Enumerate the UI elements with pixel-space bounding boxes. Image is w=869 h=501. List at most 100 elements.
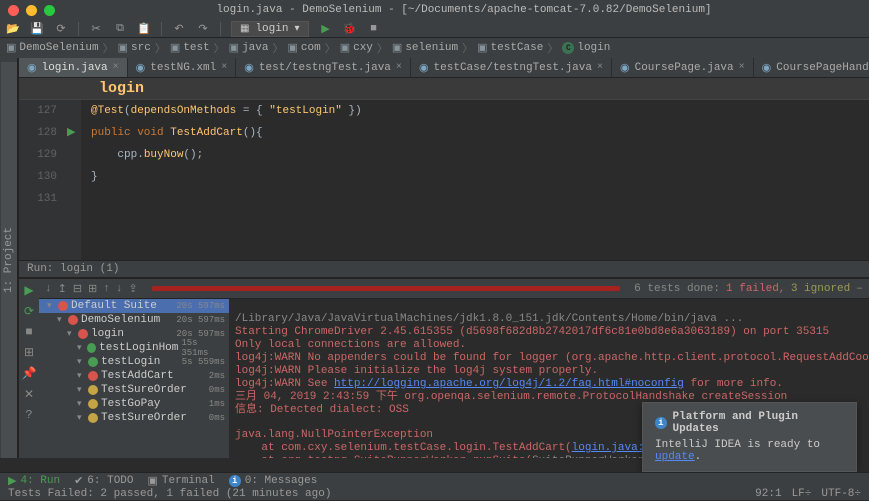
- paste-icon[interactable]: 📋: [137, 22, 151, 36]
- run-tool-header: Run: login (1) ⚙: [19, 260, 869, 278]
- structure-tool-tab[interactable]: 7: Structure: [0, 62, 1, 458]
- file-icon: ◉: [27, 61, 37, 75]
- undo-icon[interactable]: ↶: [172, 22, 186, 36]
- file-encoding[interactable]: UTF-8÷: [821, 488, 861, 500]
- stop-icon[interactable]: ■: [25, 325, 32, 339]
- editor-tab[interactable]: ◉testCase/testngTest.java×: [411, 58, 612, 77]
- filter-icon[interactable]: ↓: [45, 283, 52, 295]
- close-icon[interactable]: ✕: [24, 387, 34, 402]
- open-icon[interactable]: 📂: [6, 22, 20, 36]
- redo-icon[interactable]: ↷: [196, 22, 210, 36]
- close-window-button[interactable]: [8, 5, 19, 16]
- rerun-icon[interactable]: ▶: [24, 283, 33, 298]
- main-toolbar: 📂 💾 ⟳ ✂ ⧉ 📋 ↶ ↷ ▦ login ▾ ▶ 🐞 ■: [0, 20, 869, 38]
- run-subtitle: login (1): [60, 263, 119, 275]
- test-node[interactable]: ▾TestSureOrder0ms: [39, 383, 229, 397]
- close-tab-icon[interactable]: ×: [739, 62, 745, 73]
- test-node[interactable]: ▾TestAddCart2ms: [39, 369, 229, 383]
- editor-tab[interactable]: ◉testNG.xml×: [128, 58, 237, 77]
- update-link[interactable]: update: [655, 451, 695, 463]
- separator: [161, 22, 162, 36]
- editor-tab[interactable]: ◉test/testngTest.java×: [236, 58, 411, 77]
- sort-icon[interactable]: ↥: [58, 282, 67, 296]
- test-gutter: ▶ ⟳ ■ ⊞ 📌 ✕ ?: [19, 279, 39, 458]
- run-tool-button[interactable]: ▶ 4: Run: [8, 474, 60, 488]
- cursor-position[interactable]: 92:1: [755, 488, 781, 500]
- notification-title: Platform and Plugin Updates: [673, 411, 844, 435]
- editor-tab[interactable]: ◉CoursePageHandle.java×: [754, 58, 869, 77]
- bc-root[interactable]: ▣DemoSelenium: [6, 41, 99, 55]
- bc-item[interactable]: ▣selenium: [392, 41, 458, 55]
- code-editor[interactable]: 127128129130131 ▶ @Test(dependsOnMethods…: [19, 100, 869, 260]
- messages-tool-button[interactable]: i 0: Messages: [229, 475, 318, 487]
- breadcrumb-bar: ▣DemoSelenium〉 ▣src〉 ▣test〉 ▣java〉 ▣com〉…: [0, 38, 869, 58]
- test-node[interactable]: ▾Default Suite20s 597ms: [39, 299, 229, 313]
- close-tab-icon[interactable]: ×: [597, 62, 603, 73]
- line-separator[interactable]: LF÷: [792, 488, 812, 500]
- save-icon[interactable]: 💾: [30, 22, 44, 36]
- test-node[interactable]: ▾TestSureOrder0ms: [39, 411, 229, 425]
- file-icon: ◉: [244, 61, 254, 75]
- bc-item[interactable]: ▣testCase: [477, 41, 543, 55]
- layout-icon[interactable]: ⊞: [24, 345, 34, 360]
- bc-leaf[interactable]: Clogin: [562, 42, 610, 54]
- copy-icon[interactable]: ⧉: [113, 22, 127, 36]
- bc-item[interactable]: ▣com: [287, 41, 320, 55]
- help-icon[interactable]: ?: [25, 408, 32, 422]
- close-tab-icon[interactable]: ×: [221, 62, 227, 73]
- editor-sticky-header: login: [19, 78, 869, 100]
- test-node[interactable]: ▾testLogin5s 559ms: [39, 355, 229, 369]
- bc-item[interactable]: ▣test: [170, 41, 210, 55]
- editor-tab[interactable]: ◉login.java×: [19, 58, 128, 77]
- export-icon[interactable]: ⇪: [128, 282, 137, 296]
- run-gutter: ▶: [67, 100, 81, 260]
- window-titlebar: login.java - DemoSelenium - [~/Documents…: [0, 0, 869, 20]
- next-icon[interactable]: ↓: [116, 283, 123, 295]
- separator: [220, 22, 221, 36]
- run-config-selector[interactable]: ▦ login ▾: [231, 21, 309, 37]
- line-gutter: 127128129130131: [19, 100, 67, 260]
- debug-icon[interactable]: 🐞: [343, 22, 357, 36]
- test-node[interactable]: ▾DemoSelenium20s 597ms: [39, 313, 229, 327]
- file-icon: ◉: [762, 61, 772, 75]
- file-icon: ◉: [136, 61, 146, 75]
- bc-item[interactable]: ▣src: [118, 41, 151, 55]
- bc-item[interactable]: ▣cxy: [340, 41, 373, 55]
- pin-icon[interactable]: 📌: [22, 366, 37, 381]
- update-notification[interactable]: iPlatform and Plugin Updates IntelliJ ID…: [642, 402, 857, 472]
- left-tool-stripe: 1: Project 7: Structure 2: Favorites: [0, 58, 18, 458]
- project-tool-tab[interactable]: 1: Project: [1, 62, 17, 458]
- maximize-window-button[interactable]: [44, 5, 55, 16]
- expand-icon[interactable]: ⊟: [73, 282, 82, 296]
- log4j-link[interactable]: http://logging.apache.org/log4j/1.2/faq.…: [334, 378, 684, 390]
- minimize-window-button[interactable]: [26, 5, 37, 16]
- todo-tool-button[interactable]: ✔ 6: TODO: [74, 474, 133, 488]
- run-line-icon[interactable]: ▶: [67, 127, 75, 139]
- rerun-failed-icon[interactable]: ⟳: [24, 304, 34, 319]
- info-icon: i: [655, 417, 667, 429]
- test-tree: ▾Default Suite20s 597ms▾DemoSelenium20s …: [39, 299, 229, 458]
- prev-icon[interactable]: ↑: [103, 283, 110, 295]
- terminal-tool-button[interactable]: ▣ Terminal: [148, 474, 215, 488]
- bc-item[interactable]: ▣java: [229, 41, 269, 55]
- cut-icon[interactable]: ✂: [89, 22, 103, 36]
- bottom-tool-stripe: ▶ 4: Run ✔ 6: TODO ▣ Terminal i 0: Messa…: [0, 472, 869, 488]
- traffic-lights: [8, 5, 55, 16]
- test-node[interactable]: ▾TestGoPay1ms: [39, 397, 229, 411]
- test-node[interactable]: ▾testLoginHom15s 351ms: [39, 341, 229, 355]
- window-title: login.java - DemoSelenium - [~/Documents…: [67, 4, 861, 16]
- collapse-icon[interactable]: ⊞: [88, 282, 97, 296]
- editor-area: ◉login.java×◉testNG.xml×◉test/testngTest…: [19, 58, 869, 458]
- editor-tab[interactable]: ◉CoursePage.java×: [612, 58, 754, 77]
- stop-icon[interactable]: ■: [367, 22, 381, 36]
- run-icon[interactable]: ▶: [319, 22, 333, 36]
- status-bar: Tests Failed: 2 passed, 1 failed (21 min…: [0, 488, 869, 500]
- refresh-icon[interactable]: ⟳: [54, 22, 68, 36]
- workspace: 1: Project 7: Structure 2: Favorites ▣ P…: [0, 58, 869, 458]
- close-tab-icon[interactable]: ×: [113, 62, 119, 73]
- editor-tabs: ◉login.java×◉testNG.xml×◉test/testngTest…: [19, 58, 869, 78]
- test-toolbar: ↓ ↥ ⊟ ⊞ ↑ ↓ ⇪ 6 tests done: 1 failed, 3 …: [39, 279, 869, 299]
- close-tab-icon[interactable]: ×: [396, 62, 402, 73]
- code-text[interactable]: @Test(dependsOnMethods = { "testLogin" }…: [81, 100, 869, 260]
- test-progress-bar: [152, 286, 620, 291]
